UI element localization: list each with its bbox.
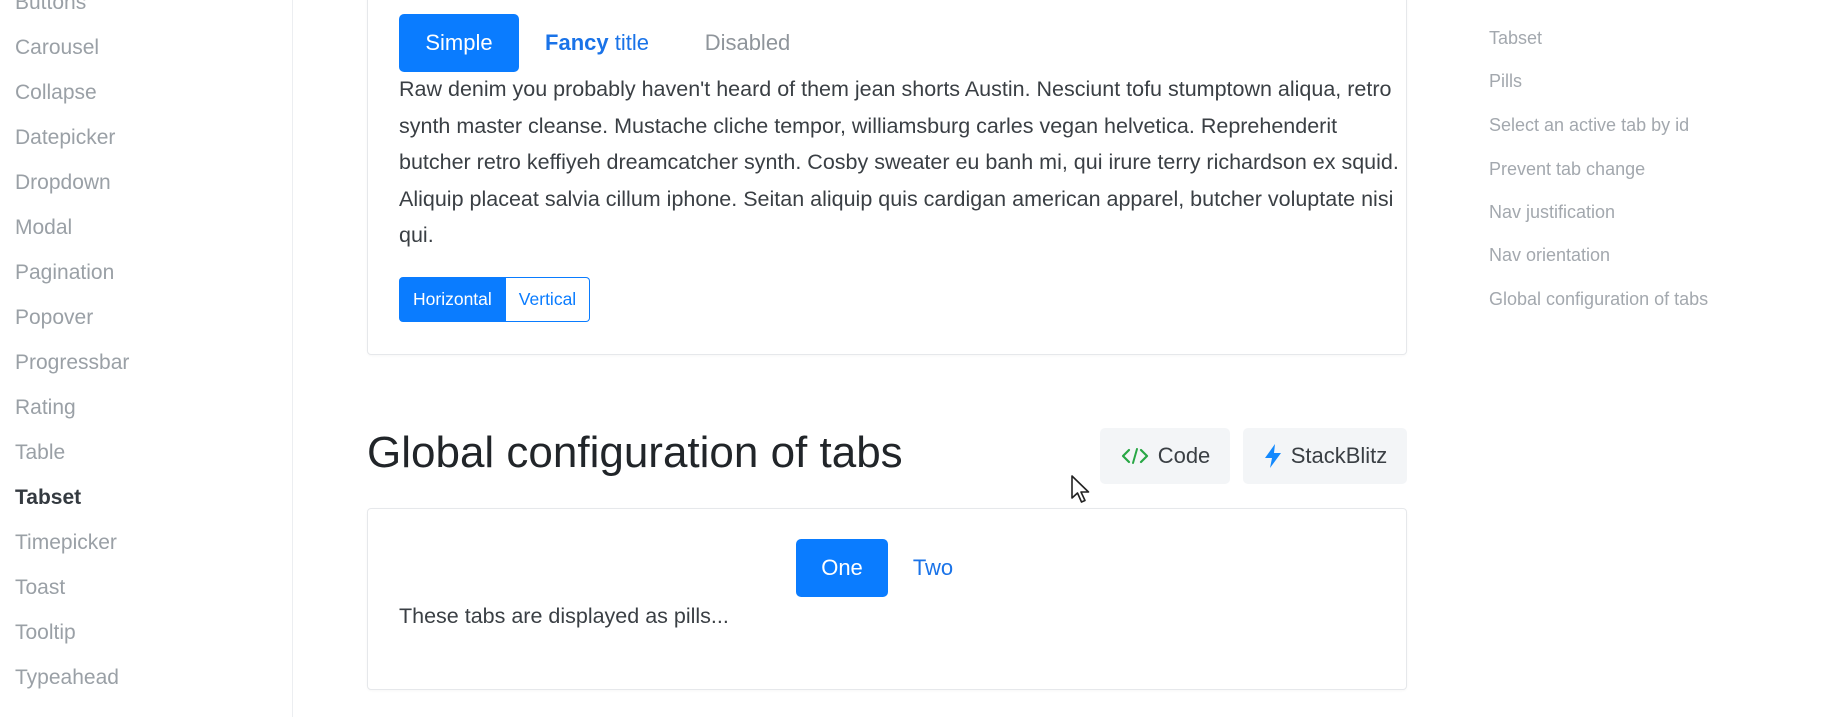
sidebar-item-typeahead[interactable]: Typeahead [15, 666, 119, 690]
sidebar-item-buttons[interactable]: Buttons [15, 0, 86, 15]
global-config-card [367, 508, 1407, 690]
sidebar-item-modal[interactable]: Modal [15, 216, 72, 240]
orientation-toggle-group: Horizontal Vertical [399, 277, 591, 322]
toc-item-global-config[interactable]: Global configuration of tabs [1489, 284, 1719, 315]
code-icon [1120, 446, 1150, 466]
sidebar-item-popover[interactable]: Popover [15, 306, 93, 330]
toc-item-nav-justification[interactable]: Nav justification [1489, 197, 1729, 228]
orientation-tab-content: Raw denim you probably haven't heard of … [399, 77, 1399, 247]
toc-item-pills[interactable]: Pills [1489, 66, 1729, 97]
stackblitz-label: StackBlitz [1290, 443, 1388, 468]
sidebar-item-table[interactable]: Table [15, 441, 65, 465]
tab-fancy-bold: Fancy [545, 30, 609, 55]
sidebar-item-collapse[interactable]: Collapse [15, 81, 97, 105]
tab-one[interactable]: One [796, 539, 888, 597]
tab-simple-label: Simple [425, 30, 493, 55]
sidebar-nav: Buttons Carousel Collapse Datepicker Dro… [0, 0, 293, 717]
code-button[interactable]: Code [1100, 428, 1230, 484]
toc-item-nav-orientation[interactable]: Nav orientation [1489, 240, 1729, 271]
tab-disabled-label: Disabled [704, 30, 791, 55]
sidebar-item-progressbar[interactable]: Progressbar [15, 351, 129, 375]
tab-fancy-rest: title [614, 30, 649, 55]
sidebar-item-toast[interactable]: Toast [15, 576, 65, 600]
stackblitz-button[interactable]: StackBlitz [1243, 428, 1407, 484]
section-title: Global configuration of tabs [367, 428, 903, 477]
sidebar-item-dropdown[interactable]: Dropdown [15, 171, 111, 195]
sidebar-item-datepicker[interactable]: Datepicker [15, 126, 115, 150]
sidebar-item-tooltip[interactable]: Tooltip [15, 621, 76, 645]
tab-fancy-title[interactable]: Fancy title [532, 14, 662, 72]
toc-item-tabset[interactable]: Tabset [1489, 23, 1729, 54]
toc-item-prevent-change[interactable]: Prevent tab change [1489, 154, 1729, 185]
tab-one-label: One [821, 555, 863, 580]
vertical-button[interactable]: Vertical [505, 277, 591, 322]
tab-two[interactable]: Two [898, 539, 968, 597]
horizontal-button[interactable]: Horizontal [399, 277, 506, 322]
tab-simple[interactable]: Simple [399, 14, 519, 72]
toc-item-select-active[interactable]: Select an active tab by id [1489, 110, 1729, 141]
tab-two-label: Two [912, 555, 954, 580]
sidebar-item-carousel[interactable]: Carousel [15, 36, 99, 60]
global-tab-content: These tabs are displayed as pills... [399, 604, 729, 628]
sidebar-item-tabset[interactable]: Tabset [15, 486, 81, 510]
lightning-icon [1263, 443, 1283, 469]
mouse-cursor-icon [1070, 474, 1092, 509]
sidebar-item-pagination[interactable]: Pagination [15, 261, 114, 285]
sidebar-item-timepicker[interactable]: Timepicker [15, 531, 117, 555]
sidebar-item-rating[interactable]: Rating [15, 396, 76, 420]
tab-disabled: Disabled [690, 14, 805, 72]
code-label: Code [1157, 443, 1211, 468]
